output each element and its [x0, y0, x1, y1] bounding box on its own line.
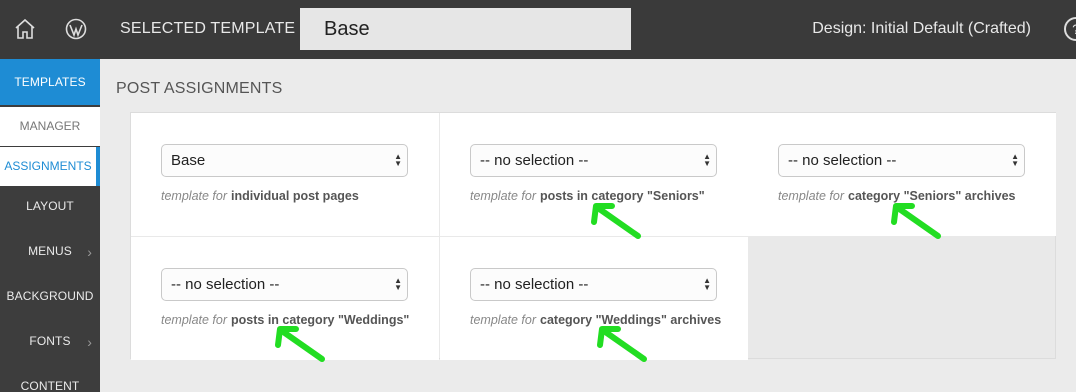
sidebar-item-layout[interactable]: LAYOUT: [0, 199, 100, 213]
description-prefix: template for: [470, 313, 537, 327]
select-value: -- no selection --: [788, 152, 897, 169]
sidebar-item-manager[interactable]: MANAGER: [0, 107, 100, 146]
select-arrows-icon: ▲ ▼: [703, 276, 711, 292]
template-select[interactable]: -- no selection -- ▲ ▼: [161, 268, 408, 301]
annotation-arrow-icon: [891, 203, 941, 239]
template-select[interactable]: -- no selection -- ▲ ▼: [778, 144, 1025, 177]
description-prefix: template for: [161, 313, 228, 327]
template-select[interactable]: -- no selection -- ▲ ▼: [470, 144, 717, 177]
sidebar-item-templates[interactable]: TEMPLATES: [0, 59, 100, 105]
template-select[interactable]: -- no selection -- ▲ ▼: [470, 268, 717, 301]
sidebar-item-fonts-label: FONTS: [29, 334, 71, 348]
sidebar-item-assignments[interactable]: ASSIGNMENTS: [0, 147, 100, 186]
chevron-right-icon: ›: [87, 244, 92, 260]
select-arrows-icon: ▲ ▼: [1011, 152, 1019, 168]
select-value: Base: [171, 152, 206, 169]
select-value: -- no selection --: [480, 276, 589, 293]
template-select[interactable]: Base ▲ ▼: [161, 144, 408, 177]
top-bar: SELECTED TEMPLATE Base Design: Initial D…: [0, 0, 1076, 59]
chevron-right-icon: ›: [87, 334, 92, 350]
select-arrows-icon: ▲ ▼: [394, 152, 402, 168]
sidebar-item-background[interactable]: BACKGROUND: [0, 289, 100, 303]
assignment-cell: Base ▲ ▼ template for individual post page…: [131, 113, 439, 236]
sidebar-item-fonts[interactable]: FONTS ›: [0, 334, 100, 350]
sidebar-item-menus-label: MENUS: [28, 244, 72, 258]
sidebar-item-content[interactable]: CONTENT: [0, 379, 100, 392]
selected-template-label: SELECTED TEMPLATE: [120, 20, 296, 37]
sidebar: TEMPLATES MANAGER ASSIGNMENTS LAYOUT MEN…: [0, 59, 100, 392]
select-value: -- no selection --: [171, 276, 280, 293]
description-prefix: template for: [161, 189, 228, 203]
selected-template-value: Base: [324, 18, 370, 40]
annotation-arrow-icon: [591, 203, 641, 239]
help-icon[interactable]: ?: [1064, 17, 1076, 41]
description-prefix: template for: [470, 189, 537, 203]
select-value: -- no selection --: [480, 152, 589, 169]
wordpress-icon[interactable]: [63, 16, 89, 42]
home-icon[interactable]: [12, 16, 38, 42]
description-prefix: template for: [778, 189, 845, 203]
sidebar-item-menus[interactable]: MENUS ›: [0, 244, 100, 260]
select-arrows-icon: ▲ ▼: [394, 276, 402, 292]
design-label[interactable]: Design: Initial Default (Crafted): [812, 20, 1031, 38]
description-text: individual post pages: [231, 189, 359, 203]
assignment-description: template for individual post pages: [161, 189, 359, 203]
select-arrows-icon: ▲ ▼: [703, 152, 711, 168]
selected-template-field[interactable]: Base: [300, 8, 631, 50]
page-title: POST ASSIGNMENTS: [116, 80, 283, 97]
annotation-arrow-icon: [275, 326, 325, 362]
annotation-arrow-icon: [597, 326, 647, 362]
